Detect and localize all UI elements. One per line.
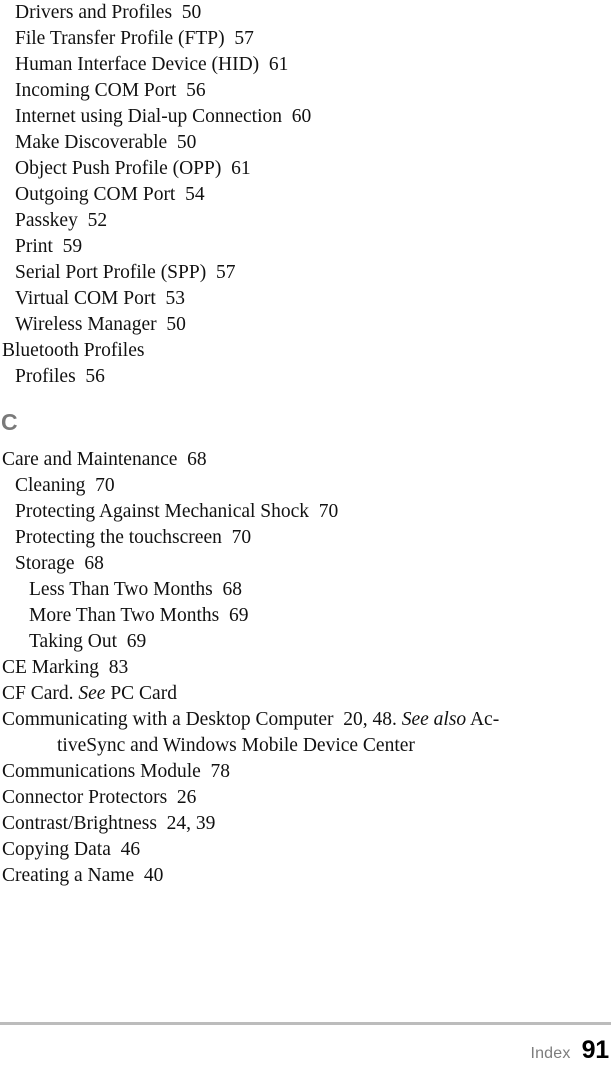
- index-entry: Care and Maintenance 68: [2, 449, 207, 470]
- footer-section-label: Index: [530, 1045, 571, 1062]
- index-entry: Protecting the touchscreen 70: [15, 527, 252, 548]
- index-entry: Cleaning 70: [15, 475, 115, 496]
- index-entry-text: CF Card.: [2, 683, 79, 704]
- index-entry: Protecting Against Mechanical Shock 70: [15, 501, 339, 522]
- index-entry: Outgoing COM Port 54: [15, 184, 205, 205]
- index-entry: CE Marking 83: [2, 657, 129, 678]
- index-entry: Virtual COM Port 53: [15, 288, 185, 309]
- index-entry-text: tiveSync and Windows Mobile Device Cente…: [57, 735, 415, 756]
- index-entry: File Transfer Profile (FTP) 57: [15, 28, 254, 49]
- index-entry: Object Push Profile (OPP) 61: [15, 158, 251, 179]
- index-entry: Incoming COM Port 56: [15, 80, 206, 101]
- index-entry: Wireless Manager 50: [15, 314, 186, 335]
- index-entry-text: PC Card: [105, 683, 177, 704]
- index-entry: More Than Two Months 69: [29, 605, 249, 626]
- index-entry: Contrast/Brightness 24, 39: [2, 813, 216, 834]
- index-entry: Make Discoverable 50: [15, 132, 197, 153]
- index-entry: Copying Data 46: [2, 839, 141, 860]
- index-page: Drivers and Profiles 50 File Transfer Pro…: [0, 0, 611, 1068]
- index-entry: Print 59: [15, 236, 83, 257]
- index-entries-after-section-letter: Care and Maintenance 68 Cleaning 70 Protec…: [0, 447, 611, 889]
- footer-divider: [0, 1022, 611, 1025]
- index-entry: Drivers and Profiles 50: [15, 2, 202, 23]
- index-entry: Bluetooth Profiles: [2, 340, 145, 361]
- page-footer: Index 91: [0, 1022, 611, 1068]
- index-entry: Serial Port Profile (SPP) 57: [15, 262, 236, 283]
- index-entry: Less Than Two Months 68: [29, 579, 242, 600]
- footer-page-number: 91: [581, 1036, 610, 1064]
- index-entry-list: Drivers and Profiles 50 File Transfer Pro…: [0, 0, 611, 889]
- index-section-letter-c: C: [1, 409, 18, 435]
- index-entry: Passkey 52: [15, 210, 108, 231]
- index-entry: Storage 68: [15, 553, 104, 574]
- index-entry: Taking Out 69: [29, 631, 147, 652]
- footer-content: Index 91: [530, 1036, 609, 1065]
- index-entry: Internet using Dial-up Connection 60: [15, 106, 312, 127]
- index-entry-text: Communicating with a Desktop Computer 20…: [2, 709, 402, 730]
- index-entry: Profiles 56: [15, 366, 105, 387]
- index-entry-text: Ac-: [466, 709, 500, 730]
- index-entry: Creating a Name 40: [2, 865, 164, 886]
- index-entry: Connector Protectors 26: [2, 787, 197, 808]
- index-cross-reference-italic: See also: [401, 709, 467, 730]
- index-entries-before-section-letter: Drivers and Profiles 50 File Transfer Pro…: [0, 0, 611, 390]
- index-entry: Communicating with a Desktop Computer 20…: [0, 707, 611, 759]
- index-cross-reference-italic: See: [78, 683, 106, 704]
- index-entry: Communications Module 78: [2, 761, 231, 782]
- index-entry: CF Card. See PC Card: [0, 681, 611, 707]
- index-entry: Human Interface Device (HID) 61: [15, 54, 289, 75]
